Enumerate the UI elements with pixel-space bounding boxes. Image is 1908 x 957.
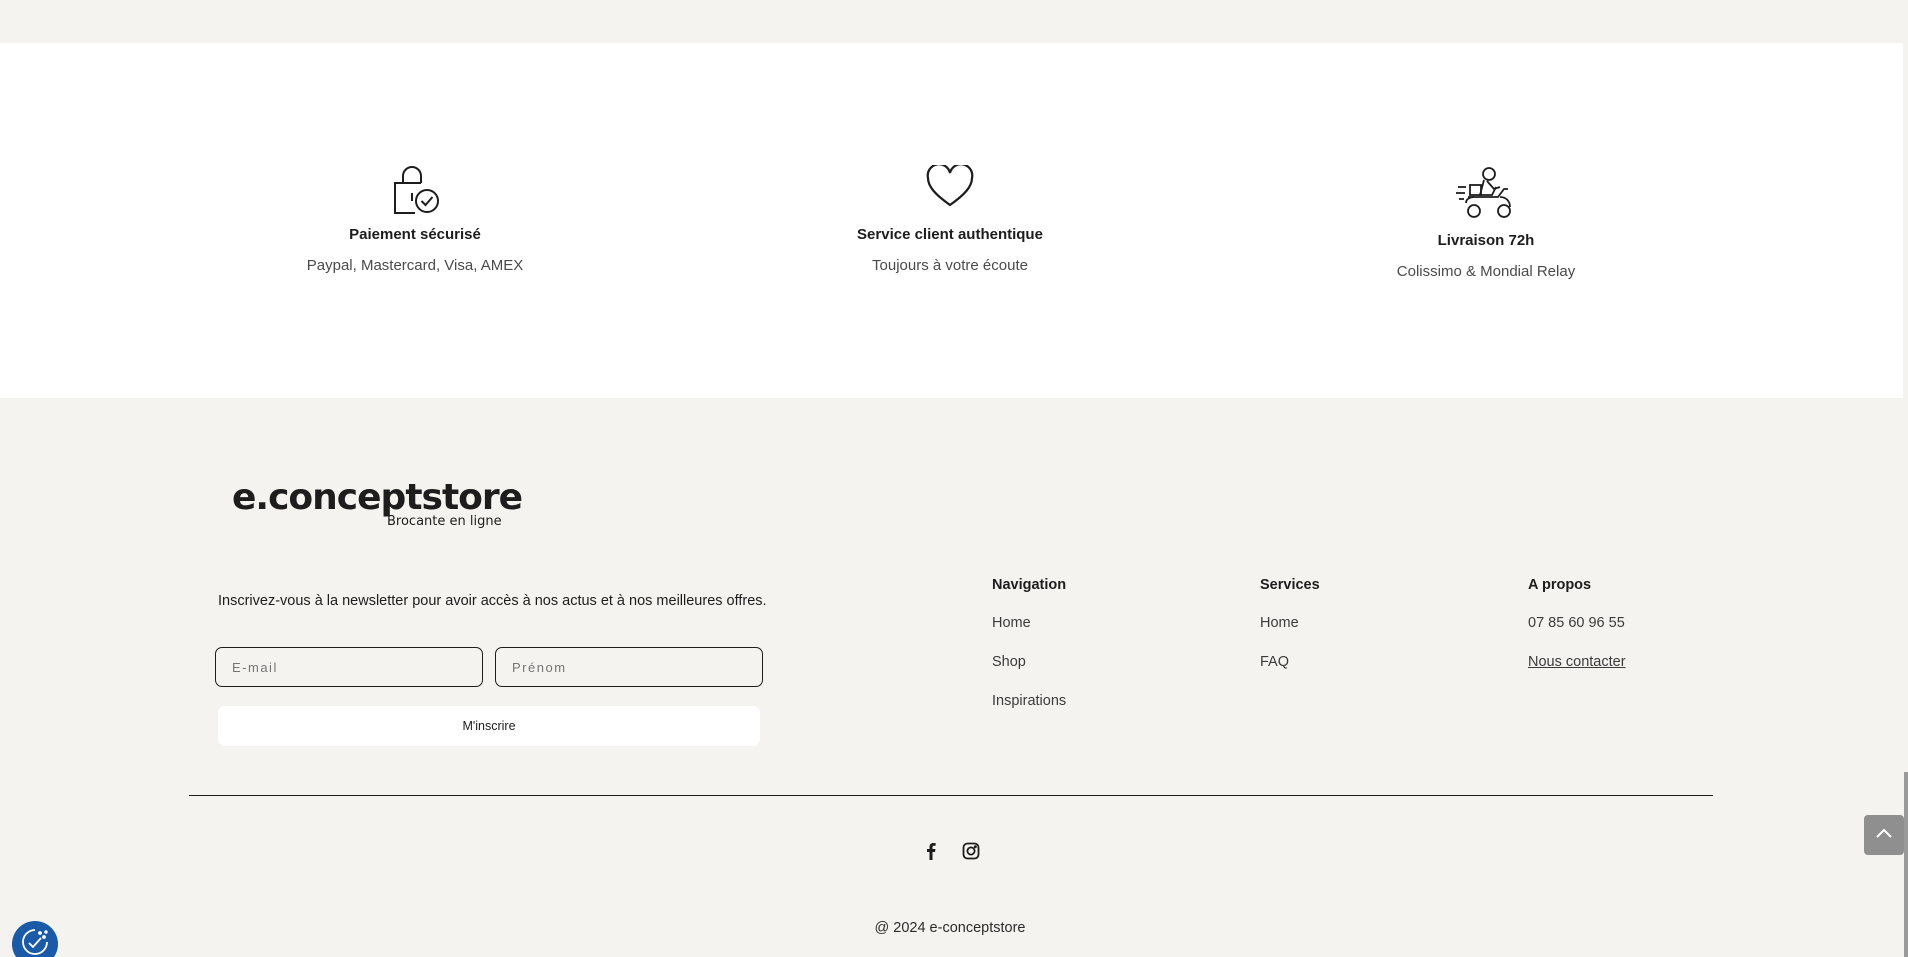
prenom-field[interactable] — [495, 647, 763, 687]
footer-divider — [189, 795, 1713, 796]
logo-wordmark: e.conceptstore — [232, 477, 523, 518]
footer-link-services-home[interactable]: Home — [1260, 615, 1320, 654]
feature-title: Livraison 72h — [1437, 232, 1535, 249]
feature-title: Paiement sécurisé — [349, 226, 481, 243]
facebook-icon[interactable] — [920, 840, 942, 862]
footer-link-inspirations[interactable]: Inspirations — [992, 693, 1066, 732]
footer-link-shop[interactable]: Shop — [992, 654, 1066, 693]
lock-check-icon — [215, 165, 615, 220]
feature-customer-service: Service client authentique Toujours à vo… — [750, 163, 1150, 274]
column-title: A propos — [1528, 577, 1592, 593]
back-to-top-button[interactable] — [1864, 815, 1904, 855]
chevron-up-icon — [1875, 826, 1893, 844]
subscribe-button[interactable]: M'inscrire — [218, 706, 760, 746]
feature-subtitle: Colissimo & Mondial Relay — [1396, 263, 1576, 280]
features-band: Paiement sécurisé Paypal, Mastercard, Vi… — [0, 43, 1903, 398]
footer-link-faq[interactable]: FAQ — [1260, 654, 1320, 693]
footer-navigation: Navigation Home Shop Inspirations — [992, 577, 1066, 732]
cookie-icon — [20, 927, 50, 957]
contact-link[interactable]: Nous contacter — [1528, 654, 1626, 693]
column-title: Services — [1260, 577, 1320, 593]
delivery-scooter-icon — [1286, 165, 1686, 226]
newsletter-text: Inscrivez-vous à la newsletter pour avoi… — [218, 593, 767, 609]
top-strip — [0, 0, 1908, 43]
instagram-icon[interactable] — [960, 840, 982, 862]
feature-subtitle: Toujours à votre écoute — [872, 257, 1028, 274]
phone-number: 07 85 60 96 55 — [1528, 615, 1625, 631]
scrollbar-thumb[interactable] — [1904, 772, 1908, 957]
feature-secure-payment: Paiement sécurisé Paypal, Mastercard, Vi… — [215, 165, 615, 274]
feature-delivery: Livraison 72h Colissimo & Mondial Relay — [1286, 165, 1686, 280]
feature-title: Service client authentique — [857, 226, 1043, 243]
site-logo[interactable]: e.conceptstore Brocante en ligne — [232, 477, 523, 530]
footer-about: A propos 07 85 60 96 55 Nous contacter — [1528, 577, 1626, 693]
footer-services: Services Home FAQ — [1260, 577, 1320, 693]
column-title: Navigation — [992, 577, 1067, 593]
heart-icon — [750, 163, 1150, 214]
feature-subtitle: Paypal, Mastercard, Visa, AMEX — [306, 257, 524, 274]
page: Paiement sécurisé Paypal, Mastercard, Vi… — [0, 0, 1908, 957]
copyright: @ 2024 e-conceptstore — [874, 920, 1026, 936]
footer-link-home[interactable]: Home — [992, 615, 1066, 654]
email-field[interactable] — [215, 647, 483, 687]
